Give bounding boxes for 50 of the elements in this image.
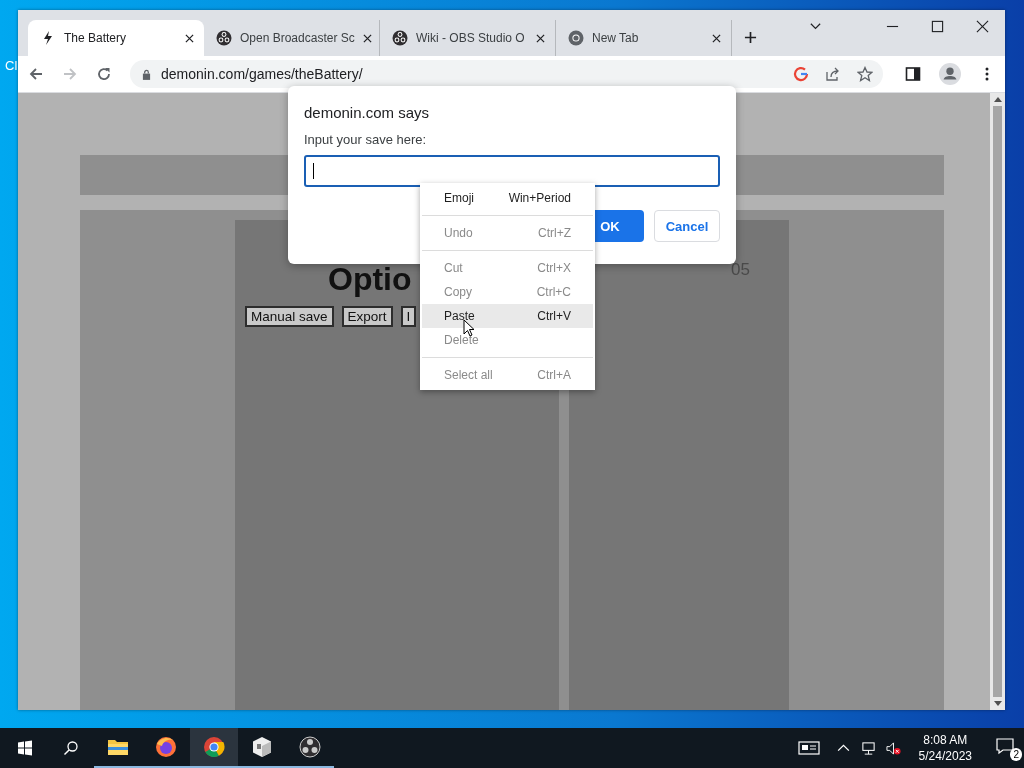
browser-tab[interactable]: Wiki - OBS Studio O: [380, 20, 556, 56]
notification-icon[interactable]: [996, 737, 1014, 755]
muted-speaker-icon[interactable]: [885, 740, 901, 756]
maximize-icon[interactable]: [931, 20, 944, 33]
star-icon[interactable]: [857, 66, 873, 82]
page-button[interactable]: I: [400, 306, 417, 327]
scroll-thumb[interactable]: [993, 106, 1002, 697]
share-icon[interactable]: [825, 66, 841, 82]
dialog-title: demonin.com says: [304, 104, 430, 121]
new-tab-icon[interactable]: [744, 31, 757, 44]
cancel-button[interactable]: Cancel: [654, 210, 720, 242]
close-icon[interactable]: [712, 33, 721, 43]
scroll-down-icon[interactable]: [993, 701, 1002, 707]
firefox-icon: [154, 735, 178, 759]
news-widget-icon[interactable]: [797, 740, 820, 756]
side-panel-icon[interactable]: [905, 66, 921, 82]
scroll-up-icon[interactable]: [993, 96, 1002, 102]
cube-icon: [250, 735, 274, 759]
notification-count: 2: [1010, 748, 1022, 761]
desktop-icon-label: Cl: [5, 58, 18, 73]
menu-item[interactable]: Emoji Win+Period: [422, 186, 593, 210]
chrome-icon: [568, 30, 584, 46]
close-icon[interactable]: [185, 33, 194, 43]
taskbar-app[interactable]: [190, 728, 238, 768]
clock-time[interactable]: 8:08 AM: [923, 733, 968, 747]
network-icon[interactable]: [860, 740, 876, 756]
obs-icon: [392, 30, 408, 46]
close-icon[interactable]: [362, 33, 372, 43]
browser-tab[interactable]: New Tab: [556, 20, 732, 56]
close-icon[interactable]: [536, 33, 545, 43]
mouse-cursor-icon: [463, 319, 475, 337]
dialog-prompt: Input your save here:: [304, 132, 427, 147]
close-icon[interactable]: [976, 20, 989, 33]
scrollbar[interactable]: [990, 93, 1005, 710]
address-bar[interactable]: demonin.com/games/theBattery/: [130, 60, 883, 88]
lock-icon: [142, 68, 151, 80]
page-button[interactable]: Manual save: [245, 306, 334, 327]
back-icon[interactable]: [28, 66, 44, 82]
clock-date[interactable]: 5/24/2023: [918, 749, 972, 763]
obs-icon: [298, 735, 322, 759]
chrome-icon: [202, 735, 226, 759]
google-icon[interactable]: [793, 66, 809, 82]
page-button[interactable]: Export: [341, 306, 393, 327]
browser-tab[interactable]: Open Broadcaster Sc: [204, 20, 380, 56]
browser-tab[interactable]: The Battery: [28, 20, 204, 56]
options-heading: Optio: [328, 262, 412, 296]
menu-item[interactable]: Paste Ctrl+V: [422, 304, 593, 328]
reload-icon[interactable]: [96, 66, 112, 82]
obs-icon: [216, 30, 232, 46]
profile-icon[interactable]: [939, 63, 961, 85]
